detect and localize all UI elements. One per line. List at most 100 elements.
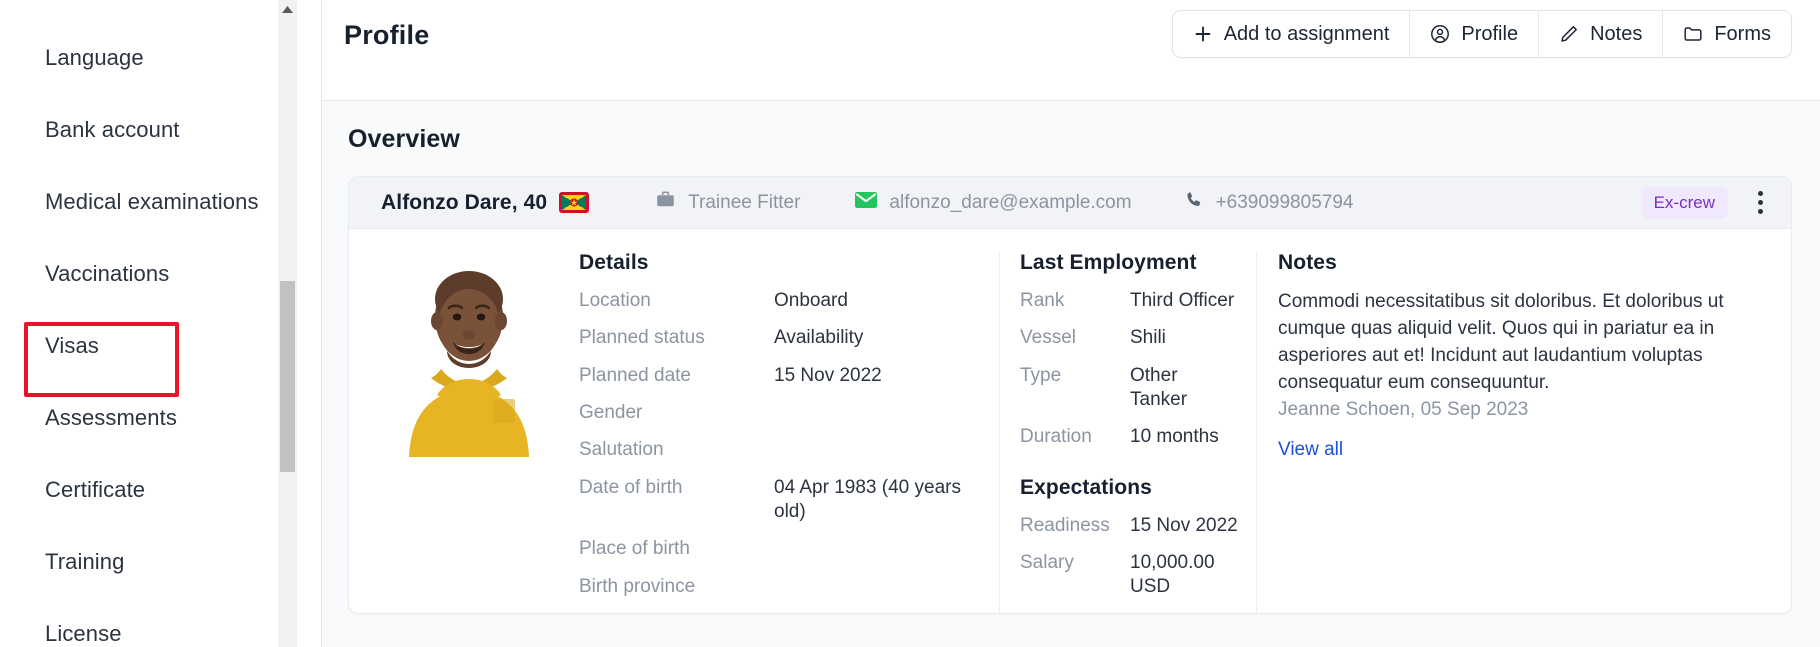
- add-to-assignment-button[interactable]: Add to assignment: [1172, 11, 1411, 57]
- grenada-flag-icon: [559, 192, 590, 213]
- sidebar-item-vaccinations[interactable]: Vaccinations: [0, 238, 321, 310]
- photo-column: [349, 251, 579, 613]
- employment-label: Duration: [1020, 426, 1092, 448]
- profile-button-label: Profile: [1461, 22, 1519, 45]
- detail-row: Gender: [579, 401, 979, 425]
- detail-value: 15 Nov 2022: [774, 364, 882, 386]
- action-toolbar: Add to assignment Profile Notes Forms: [1171, 10, 1792, 58]
- employment-label: Type: [1020, 364, 1062, 386]
- sidebar-item-label: Medical examinations: [45, 189, 259, 214]
- employment-value: Shili: [1130, 327, 1166, 349]
- person-phone-label: +639099805794: [1215, 191, 1354, 213]
- sidebar-item-training[interactable]: Training: [0, 526, 321, 598]
- scrollbar-thumb[interactable]: [280, 281, 295, 472]
- detail-row: Planned status Availability: [579, 326, 979, 350]
- sidebar-item-visas[interactable]: Visas: [0, 310, 321, 382]
- forms-button-label: Forms: [1714, 22, 1771, 45]
- sidebar-item-assessments[interactable]: Assessments: [0, 382, 321, 454]
- content-area: Overview Alfonzo Dare, 40 Trainee Fitter…: [322, 101, 1820, 647]
- note-body: Commodi necessitatibus sit doloribus. Et…: [1278, 291, 1724, 393]
- sidebar-item-certificate[interactable]: Certificate: [0, 454, 321, 526]
- phone-icon: [1184, 190, 1204, 216]
- detail-value: 04 Apr 1983 (40 years old): [774, 476, 961, 522]
- person-name: Alfonzo Dare, 40: [381, 190, 548, 214]
- employment-value: Other Tanker: [1130, 364, 1188, 410]
- details-column: Details Location Onboard Planned status …: [579, 251, 999, 613]
- sidebar-item-medical-examinations[interactable]: Medical examinations: [0, 166, 321, 238]
- sidebar-item-license[interactable]: License: [0, 598, 321, 647]
- sidebar: Language Bank account Medical examinatio…: [0, 0, 321, 647]
- detail-row: Birth province: [579, 575, 979, 599]
- detail-label: Location: [579, 290, 651, 311]
- expectation-label: Salary: [1020, 551, 1074, 573]
- view-all-notes-link[interactable]: View all: [1278, 439, 1343, 461]
- sidebar-item-label: Certificate: [45, 477, 146, 502]
- sidebar-item-label: Vaccinations: [45, 261, 170, 286]
- page-title: Profile: [344, 20, 430, 50]
- topbar: Profile Add to assignment Profile Notes …: [322, 0, 1820, 101]
- expectation-label: Readiness: [1020, 514, 1110, 536]
- sidebar-item-label: Bank account: [45, 117, 180, 142]
- folder-icon: [1683, 24, 1703, 44]
- employment-value: Third Officer: [1130, 290, 1235, 311]
- sidebar-item-bank-account[interactable]: Bank account: [0, 94, 321, 166]
- overview-card: Alfonzo Dare, 40 Trainee Fitter alfonzo_…: [348, 176, 1792, 614]
- detail-row: Planned date 15 Nov 2022: [579, 364, 979, 388]
- detail-row: Location Onboard: [579, 289, 979, 313]
- pencil-icon: [1559, 24, 1579, 44]
- notes-button[interactable]: Notes: [1539, 11, 1664, 57]
- detail-value: Availability: [774, 327, 864, 349]
- user-circle-icon: [1430, 24, 1450, 44]
- notes-button-label: Notes: [1590, 22, 1643, 45]
- employment-row: Duration 10 months: [1020, 425, 1238, 449]
- briefcase-icon: [655, 189, 676, 216]
- details-title: Details: [579, 251, 649, 274]
- detail-row: Place of birth: [579, 537, 979, 561]
- employment-label: Rank: [1020, 290, 1065, 311]
- detail-label: Place of birth: [579, 538, 690, 560]
- main-panel: Profile Add to assignment Profile Notes …: [321, 0, 1820, 647]
- overview-body: Details Location Onboard Planned status …: [349, 229, 1791, 613]
- add-to-assignment-label: Add to assignment: [1223, 22, 1390, 45]
- detail-label: Planned date: [579, 364, 691, 386]
- person-email: alfonzo_dare@example.com: [855, 191, 1132, 215]
- notes-column: Notes Commodi necessitatibus sit dolorib…: [1257, 251, 1791, 613]
- sidebar-item-label: License: [45, 621, 122, 646]
- employment-row: Type Other Tanker: [1020, 364, 1238, 413]
- avatar: [385, 251, 553, 457]
- person-position-label: Trainee Fitter: [688, 191, 801, 213]
- detail-row: Date of birth 04 Apr 1983 (40 years old): [579, 476, 979, 525]
- employment-value: 10 months: [1130, 426, 1219, 448]
- employment-label: Vessel: [1020, 327, 1076, 349]
- overview-heading: Overview: [348, 125, 460, 153]
- detail-label: Gender: [579, 401, 643, 423]
- person-phone: +639099805794: [1184, 190, 1354, 216]
- profile-button[interactable]: Profile: [1410, 11, 1540, 57]
- employment-row: Rank Third Officer: [1020, 289, 1238, 313]
- plus-icon: [1193, 24, 1213, 44]
- detail-label: Birth province: [579, 575, 696, 597]
- app-root: Language Bank account Medical examinatio…: [0, 0, 1820, 647]
- person-position: Trainee Fitter: [655, 189, 800, 216]
- scroll-up-arrow-icon[interactable]: [278, 0, 297, 19]
- kebab-menu-icon[interactable]: [1750, 187, 1771, 218]
- sidebar-item-label: Training: [45, 549, 125, 574]
- person-email-label: alfonzo_dare@example.com: [889, 191, 1132, 213]
- detail-label: Salutation: [579, 439, 664, 461]
- sidebar-item-label: Language: [45, 45, 144, 70]
- status-badge: Ex-crew: [1640, 186, 1728, 219]
- detail-value: Onboard: [774, 290, 848, 311]
- expectation-value: 15 Nov 2022: [1130, 514, 1238, 536]
- note-author: Jeanne Schoen, 05 Sep 2023: [1278, 398, 1529, 420]
- expectation-row: Salary 10,000.00 USD: [1020, 551, 1238, 600]
- sidebar-item-language[interactable]: Language: [0, 22, 321, 94]
- employment-column: Last Employment Rank Third Officer Vesse…: [999, 251, 1257, 613]
- detail-row: Salutation: [579, 438, 979, 462]
- expectation-row: Readiness 15 Nov 2022: [1020, 514, 1238, 538]
- detail-label: Planned status: [579, 327, 705, 349]
- sidebar-scrollbar[interactable]: [278, 0, 297, 647]
- forms-button[interactable]: Forms: [1663, 11, 1791, 57]
- sidebar-item-label: Visas: [45, 333, 99, 358]
- detail-label: Date of birth: [579, 476, 683, 498]
- expectation-value: 10,000.00 USD: [1130, 551, 1215, 598]
